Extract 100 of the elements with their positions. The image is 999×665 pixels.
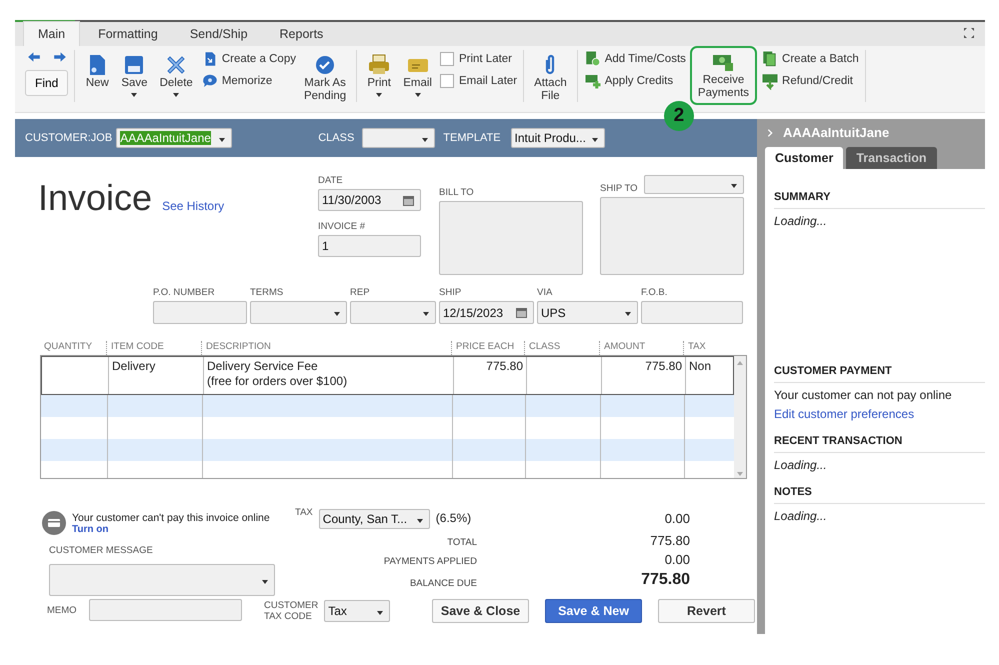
dropdown[interactable] <box>350 301 436 324</box>
field-label: VIA <box>537 287 554 298</box>
caret-icon <box>377 610 383 614</box>
ribbon-tab[interactable]: Main <box>23 21 80 46</box>
toolbar-button[interactable]: Add Time/Costs <box>584 50 686 68</box>
input-field[interactable]: 1 <box>318 235 421 257</box>
input-field[interactable] <box>641 301 743 324</box>
caret-icon <box>625 312 631 316</box>
column-header: PRICE EACH <box>451 341 524 355</box>
caret-icon <box>730 184 736 188</box>
customer-name: AAAAaIntuitJane <box>783 125 890 140</box>
loading-text: Loading... <box>774 509 828 523</box>
caret-icon <box>334 312 340 316</box>
ribbon-tab[interactable]: Reports <box>266 22 338 46</box>
bill-to-field[interactable] <box>439 201 583 275</box>
toolbar-button[interactable]: Create a Batch <box>761 50 859 68</box>
loading-text: Loading... <box>774 458 828 472</box>
toolbar-button[interactable]: Receive Payments <box>690 46 758 105</box>
loading-text: Loading... <box>774 214 828 228</box>
action-button[interactable]: Save & Close <box>432 599 529 623</box>
caret-icon <box>423 312 429 316</box>
date-field[interactable]: 12/15/2023 <box>439 301 534 324</box>
step-badge: 2 <box>664 101 694 131</box>
input-field[interactable] <box>153 301 247 324</box>
class-dropdown[interactable] <box>362 128 436 148</box>
field-label: P.O. NUMBER <box>153 287 216 298</box>
memo-field[interactable] <box>88 599 242 621</box>
toolbar-button[interactable]: Refund/Credit <box>761 72 859 90</box>
table-cell: Non <box>685 357 733 394</box>
field-label: INVOICE # <box>318 221 366 232</box>
toolbar-button[interactable]: New <box>81 50 114 93</box>
toolbar-button[interactable]: Apply Credits <box>584 72 686 90</box>
field-label: CUSTOMER MESSAGE <box>49 545 154 556</box>
caret-icon <box>422 138 428 142</box>
ribbon-tab[interactable]: Formatting <box>84 22 172 46</box>
calendar-icon <box>516 307 527 318</box>
field-label: REP <box>350 287 371 298</box>
section-heading: RECENT TRANSACTION <box>774 435 985 453</box>
checkbox[interactable] <box>440 74 454 88</box>
table-cell: 775.80 <box>601 357 685 394</box>
toolbar-button[interactable]: Delete <box>156 50 197 100</box>
field-label: CUSTOMER TAX CODE <box>264 600 318 622</box>
field-label: SHIP TO <box>600 183 638 194</box>
caret-icon <box>416 518 423 522</box>
field-label: CLASS <box>318 132 354 144</box>
caret-icon <box>219 138 226 142</box>
speech-bubble-icon <box>200 72 219 90</box>
action-button[interactable]: Save & New <box>545 599 642 623</box>
preferences-link[interactable]: Edit customer preferences <box>774 407 914 421</box>
customer-message-dropdown[interactable] <box>49 564 275 596</box>
column-header: CLASS <box>524 341 599 355</box>
dropdown[interactable]: UPS <box>537 301 638 324</box>
find-button[interactable]: Find <box>25 70 68 96</box>
panel-tab[interactable]: Transaction <box>846 147 937 169</box>
ribbon-tab[interactable]: Send/Ship <box>176 22 262 46</box>
toolbar-button[interactable]: Create a Copy <box>200 50 296 68</box>
column-header: QUANTITY <box>43 341 94 354</box>
tax-amount: 0.00 <box>664 511 690 528</box>
caret-icon <box>262 580 268 584</box>
customer-dropdown[interactable]: AAAAaIntuitJane <box>116 128 232 148</box>
back-arrow-icon <box>26 50 41 64</box>
forward-arrow-icon <box>52 50 67 64</box>
sales-tax-dropdown[interactable]: County, San T... <box>318 509 430 529</box>
toolbar-button[interactable]: Mark As Pending <box>300 50 350 106</box>
date-field[interactable]: 11/30/2003 <box>318 189 421 211</box>
printer-icon <box>367 53 392 77</box>
see-history-link[interactable]: See History <box>162 199 224 213</box>
toolbar-button[interactable]: Attach File <box>530 50 571 106</box>
invoice-title: Invoice <box>38 177 152 219</box>
toolbar-button[interactable]: Print <box>363 50 396 100</box>
toolbar-button[interactable]: Email <box>399 50 436 100</box>
chevron-right-icon <box>765 128 775 138</box>
field-label: TERMS <box>250 287 284 298</box>
ship-to-dropdown[interactable] <box>644 175 744 194</box>
toolbar-button[interactable]: Memorize <box>200 72 296 90</box>
money-plus-icon <box>584 72 602 90</box>
action-button[interactable]: Revert <box>658 599 755 623</box>
field-label: TAX <box>295 507 313 518</box>
checkbox[interactable] <box>440 52 454 66</box>
total-value: 775.80 <box>649 533 690 548</box>
turn-on-link[interactable]: Turn on <box>72 524 270 534</box>
ship-to-field[interactable] <box>600 197 744 275</box>
tax-rate: (6.5%) <box>436 511 472 525</box>
payment-notice: Your customer can't pay this invoice online <box>72 512 270 524</box>
column-header: DESCRIPTION <box>201 341 451 355</box>
total-label: BALANCE DUE <box>408 578 477 589</box>
field-label: MEMO <box>47 604 77 616</box>
dropdown[interactable] <box>250 301 347 324</box>
tax-code-dropdown[interactable]: Tax <box>324 600 390 622</box>
column-header: ITEM CODE <box>106 341 201 355</box>
field-label: TEMPLATE <box>443 132 501 144</box>
scrollbar[interactable] <box>734 356 746 478</box>
section-heading: CUSTOMER PAYMENT <box>774 365 985 383</box>
panel-tab[interactable]: Customer <box>765 147 844 169</box>
template-dropdown[interactable]: Intuit Produ... <box>510 128 605 148</box>
field-label: BILL TO <box>439 187 475 198</box>
field-label: F.O.B. <box>641 287 668 298</box>
info-text: Your customer can not pay online <box>774 388 953 402</box>
table-cell: Delivery Service Fee (free for orders over $100) <box>203 357 453 394</box>
toolbar-button[interactable]: Save <box>117 50 152 100</box>
